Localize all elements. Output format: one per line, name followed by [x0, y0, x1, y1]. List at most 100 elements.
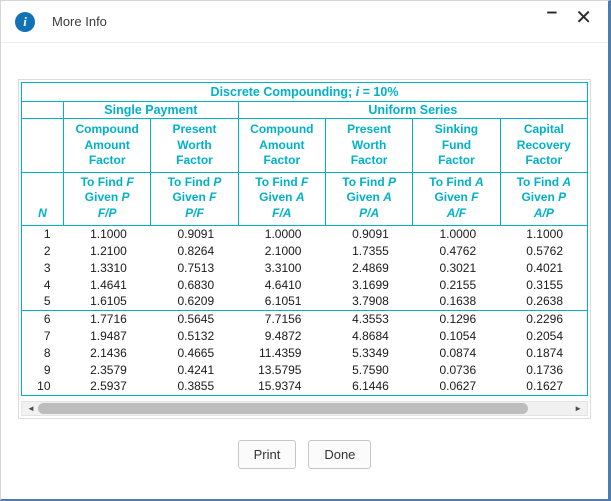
cell: 0.4021 [500, 259, 588, 277]
dialog-content: Discrete Compounding; i = 10% Single Pay… [1, 43, 608, 469]
column-header-pa: Present Worth Factor [324, 118, 414, 173]
to-find-line: To Find F [255, 174, 309, 189]
uniform-series-header: Uniform Series [237, 101, 589, 119]
cell: 0.9091 [325, 225, 413, 243]
scroll-right-arrow[interactable]: ► [571, 401, 585, 416]
factor-name-row: Compound Amount Factor Present Worth Fac… [21, 118, 589, 173]
cell: 3.1699 [325, 276, 413, 294]
cell: 0.2155 [412, 276, 501, 294]
ratio-label: P/F [185, 205, 204, 220]
ratio-label: A/F [446, 205, 467, 220]
given-line: Given P [521, 190, 567, 205]
cell: 0.3155 [500, 276, 588, 294]
given-line: Given A [346, 190, 392, 205]
cell: 9.4872 [238, 327, 326, 345]
cell: 0.2054 [500, 327, 588, 345]
to-find-line: To Find P [167, 174, 222, 189]
n-value: 4 [21, 276, 64, 294]
table-row: 9 2.3579 0.4241 13.5795 5.7590 0.0736 0.… [21, 361, 588, 379]
cell: 0.5762 [500, 242, 588, 260]
cell: 0.5645 [150, 310, 239, 328]
cell: 0.5132 [150, 327, 239, 345]
cell: 0.8264 [150, 242, 239, 260]
table-row: 10 2.5937 0.3855 15.9374 6.1446 0.0627 0… [21, 378, 588, 396]
column-subheader-fa: To Find F Given A F/A [237, 171, 326, 226]
cell: 13.5795 [238, 361, 326, 379]
cell: 6.1051 [238, 293, 326, 311]
cell: 1.2100 [63, 242, 151, 260]
table-row: 5 1.6105 0.6209 6.1051 3.7908 0.1638 0.2… [21, 293, 588, 311]
done-button[interactable]: Done [308, 439, 372, 469]
ratio-label: F/A [272, 205, 292, 220]
n-value: 7 [21, 327, 64, 345]
cell: 1.1000 [63, 225, 151, 243]
cell: 2.5937 [63, 378, 151, 396]
given-line: Given P [84, 190, 130, 205]
column-header-af: Sinking Fund Factor [412, 118, 501, 173]
cell: 0.9091 [150, 225, 239, 243]
cell: 0.1054 [412, 327, 501, 345]
dialog-title: More Info [52, 14, 107, 29]
cell: 0.0736 [412, 361, 501, 379]
scrollbar-thumb[interactable] [37, 402, 529, 414]
cell: 1.0000 [238, 225, 326, 243]
horizontal-scrollbar[interactable]: ◄ ► [21, 400, 588, 416]
column-subheader-pa: To Find P Given A P/A [324, 171, 414, 226]
cell: 1.7355 [325, 242, 413, 260]
cell: 0.6830 [150, 276, 239, 294]
table-row: 1 1.1000 0.9091 1.0000 0.9091 1.0000 1.1… [21, 225, 588, 243]
cell: 1.4641 [63, 276, 151, 294]
n-value: 6 [21, 310, 64, 328]
table-container: Discrete Compounding; i = 10% Single Pay… [18, 79, 591, 419]
table-row: 7 1.9487 0.5132 9.4872 4.8684 0.1054 0.2… [21, 327, 588, 345]
column-header-fa: Compound Amount Factor [237, 118, 326, 173]
cell: 0.0874 [412, 344, 501, 362]
more-info-dialog: i More Info – ✕ Discrete Compounding; i … [0, 0, 611, 501]
cell: 11.4359 [238, 344, 326, 362]
cell: 2.4869 [325, 259, 413, 277]
cell: 6.1446 [325, 378, 413, 396]
n-column-header: N [21, 171, 64, 226]
cell: 0.0627 [412, 378, 501, 396]
cell: 1.1000 [500, 225, 588, 243]
n-value: 1 [21, 225, 64, 243]
cell: 0.7513 [150, 259, 239, 277]
table-title-row: Discrete Compounding; i = 10% [21, 82, 588, 102]
given-line: Given F [172, 190, 217, 205]
ratio-label: A/P [533, 205, 554, 220]
dialog-titlebar: i More Info – ✕ [1, 1, 608, 43]
print-button[interactable]: Print [237, 439, 297, 469]
cell: 1.3310 [63, 259, 151, 277]
n-label: N [38, 205, 47, 220]
cell: 3.7908 [325, 293, 413, 311]
to-find-line: To Find A [429, 174, 484, 189]
cell: 3.3100 [238, 259, 326, 277]
group-header-row: Single Payment Uniform Series [21, 101, 589, 119]
cell: 0.3021 [412, 259, 501, 277]
to-find-line: To Find F [80, 174, 134, 189]
to-find-line: To Find P [342, 174, 397, 189]
scroll-left-arrow[interactable]: ◄ [24, 401, 38, 416]
cell: 0.4665 [150, 344, 239, 362]
cell: 15.9374 [238, 378, 326, 396]
cell: 0.4241 [150, 361, 239, 379]
empty-cell [21, 118, 64, 173]
scrollbar-track[interactable] [37, 402, 571, 414]
minimize-button[interactable]: – [543, 3, 562, 22]
cell: 0.1296 [412, 310, 501, 328]
cell: 1.9487 [63, 327, 151, 345]
table-title-suffix: = 10% [359, 85, 399, 99]
table-title-prefix: Discrete Compounding; [210, 85, 356, 99]
compounding-factors-table: Discrete Compounding; i = 10% Single Pay… [21, 82, 589, 396]
n-value: 5 [21, 293, 64, 311]
cell: 0.1736 [500, 361, 588, 379]
empty-cell [21, 101, 64, 119]
column-subheader-pf: To Find P Given F P/F [150, 171, 239, 226]
cell: 2.1436 [63, 344, 151, 362]
cell: 0.2638 [500, 293, 588, 311]
close-button[interactable]: ✕ [571, 6, 596, 30]
column-header-ap: Capital Recovery Factor [499, 118, 589, 173]
to-find-line: To Find A [516, 174, 572, 189]
cell: 0.1627 [500, 378, 588, 396]
table-title: Discrete Compounding; i = 10% [21, 82, 588, 102]
